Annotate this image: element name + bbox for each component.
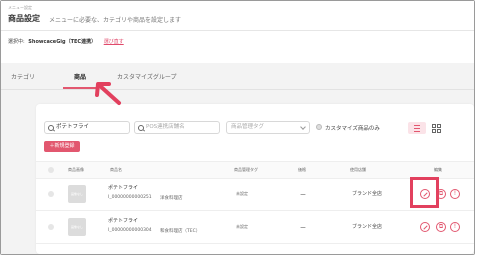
tag-select-placeholder: 商品管理タグ <box>231 124 265 130</box>
product-tag: 未設定 <box>236 191 248 196</box>
copy-button[interactable]: ⧉ <box>436 222 446 232</box>
exclamation-icon: ! <box>453 223 457 230</box>
product-code: I_00000000000251 <box>108 195 152 200</box>
breadcrumb[interactable]: メニュー設定 <box>8 5 32 11</box>
list-icon <box>414 128 420 129</box>
search-icon <box>138 125 144 131</box>
customize-only-checkbox[interactable] <box>316 124 322 130</box>
grid-view-button[interactable] <box>428 122 444 134</box>
product-thumbnail: 画像なし <box>68 218 86 236</box>
table-header: 商品画像 商品名 商品管理タグ 価格 使用店舗 編集 <box>36 161 474 179</box>
product-price: ー <box>300 192 307 199</box>
col-stores: 使用店舗 <box>350 167 366 172</box>
change-selection-link[interactable]: 選び直す <box>104 39 124 45</box>
app-page: メニュー設定 商品設定 メニューに必要な、カテゴリや商品を設定します 選択中: … <box>1 1 474 254</box>
product-stores: ブランド全店 <box>352 191 383 197</box>
grid-icon <box>432 124 436 128</box>
product-price: ー <box>300 225 307 232</box>
chevron-down-icon <box>300 124 306 130</box>
product-category: 洋食料理店 <box>160 196 183 201</box>
tab-products[interactable]: 商品 <box>74 72 86 81</box>
row-checkbox[interactable] <box>48 224 54 230</box>
col-edit: 編集 <box>434 167 442 172</box>
list-view-button[interactable] <box>408 122 426 134</box>
selected-brand-name: ShowcaceGig（TEC連携） <box>28 39 97 45</box>
tab-bar: カテゴリ 商品 カスタマイズグループ <box>1 63 474 93</box>
col-name: 商品名 <box>110 167 122 172</box>
product-code: I_00000000000304 <box>108 228 152 233</box>
customize-only-label[interactable]: カスタマイズ商品のみ <box>325 124 380 132</box>
tabs-divider <box>1 89 474 90</box>
select-all-checkbox[interactable] <box>48 167 54 173</box>
table-row[interactable]: 画像なし ポテトフライ I_00000000000251 洋食料理店 未設定 ー… <box>36 178 474 211</box>
product-category: 和食料理店（TEC） <box>160 229 201 234</box>
table-row[interactable]: 画像なし ポテトフライ I_00000000000304 和食料理店（TEC） … <box>36 211 474 244</box>
pointer-arrow-icon <box>95 82 121 105</box>
grid-icon <box>432 129 436 133</box>
page-header: メニュー設定 商品設定 メニューに必要な、カテゴリや商品を設定します 選択中: … <box>1 1 474 63</box>
grid-icon <box>437 129 441 133</box>
product-search-input[interactable]: ポテトフライ <box>44 121 130 134</box>
info-button[interactable]: ! <box>450 222 460 232</box>
product-stores: ブランド全店 <box>352 224 383 230</box>
tag-select[interactable]: 商品管理タグ <box>226 121 310 134</box>
products-card: ポテトフライ POS連携店舗名 商品管理タグ カスタマイズ商品のみ ＋新規登録 … <box>36 104 474 254</box>
product-tag: 未設定 <box>236 224 248 229</box>
selected-brand: 選択中: ShowcaceGig（TEC連携） 選び直す <box>8 38 124 45</box>
product-name: ポテトフライ <box>108 218 139 224</box>
edit-button[interactable] <box>420 222 430 232</box>
copy-icon: ⧉ <box>438 190 444 197</box>
search-icon <box>48 125 54 131</box>
tab-category[interactable]: カテゴリ <box>11 72 35 81</box>
pos-store-placeholder: POS連携店舗名 <box>146 124 185 130</box>
product-search-value: ポテトフライ <box>56 124 90 130</box>
edit-button-highlight <box>410 177 439 208</box>
page-title: 商品設定 <box>8 14 40 23</box>
row-checkbox[interactable] <box>48 191 54 197</box>
pos-store-search-input[interactable]: POS連携店舗名 <box>134 121 220 134</box>
exclamation-icon: ! <box>453 190 457 197</box>
col-price: 価格 <box>298 167 306 172</box>
col-tag: 商品管理タグ <box>234 167 258 172</box>
list-icon <box>414 131 420 132</box>
pencil-icon <box>423 225 428 230</box>
copy-icon: ⧉ <box>438 223 444 230</box>
product-name: ポテトフライ <box>108 185 139 191</box>
new-register-button[interactable]: ＋新規登録 <box>44 141 80 152</box>
page-subtitle: メニューに必要な、カテゴリや商品を設定します <box>49 17 182 24</box>
header-divider <box>1 30 474 31</box>
product-thumbnail: 画像なし <box>68 185 86 203</box>
selected-label: 選択中: <box>8 39 25 45</box>
list-icon <box>414 125 420 126</box>
col-image: 商品画像 <box>68 167 84 172</box>
grid-icon <box>437 124 441 128</box>
info-button[interactable]: ! <box>450 189 460 199</box>
